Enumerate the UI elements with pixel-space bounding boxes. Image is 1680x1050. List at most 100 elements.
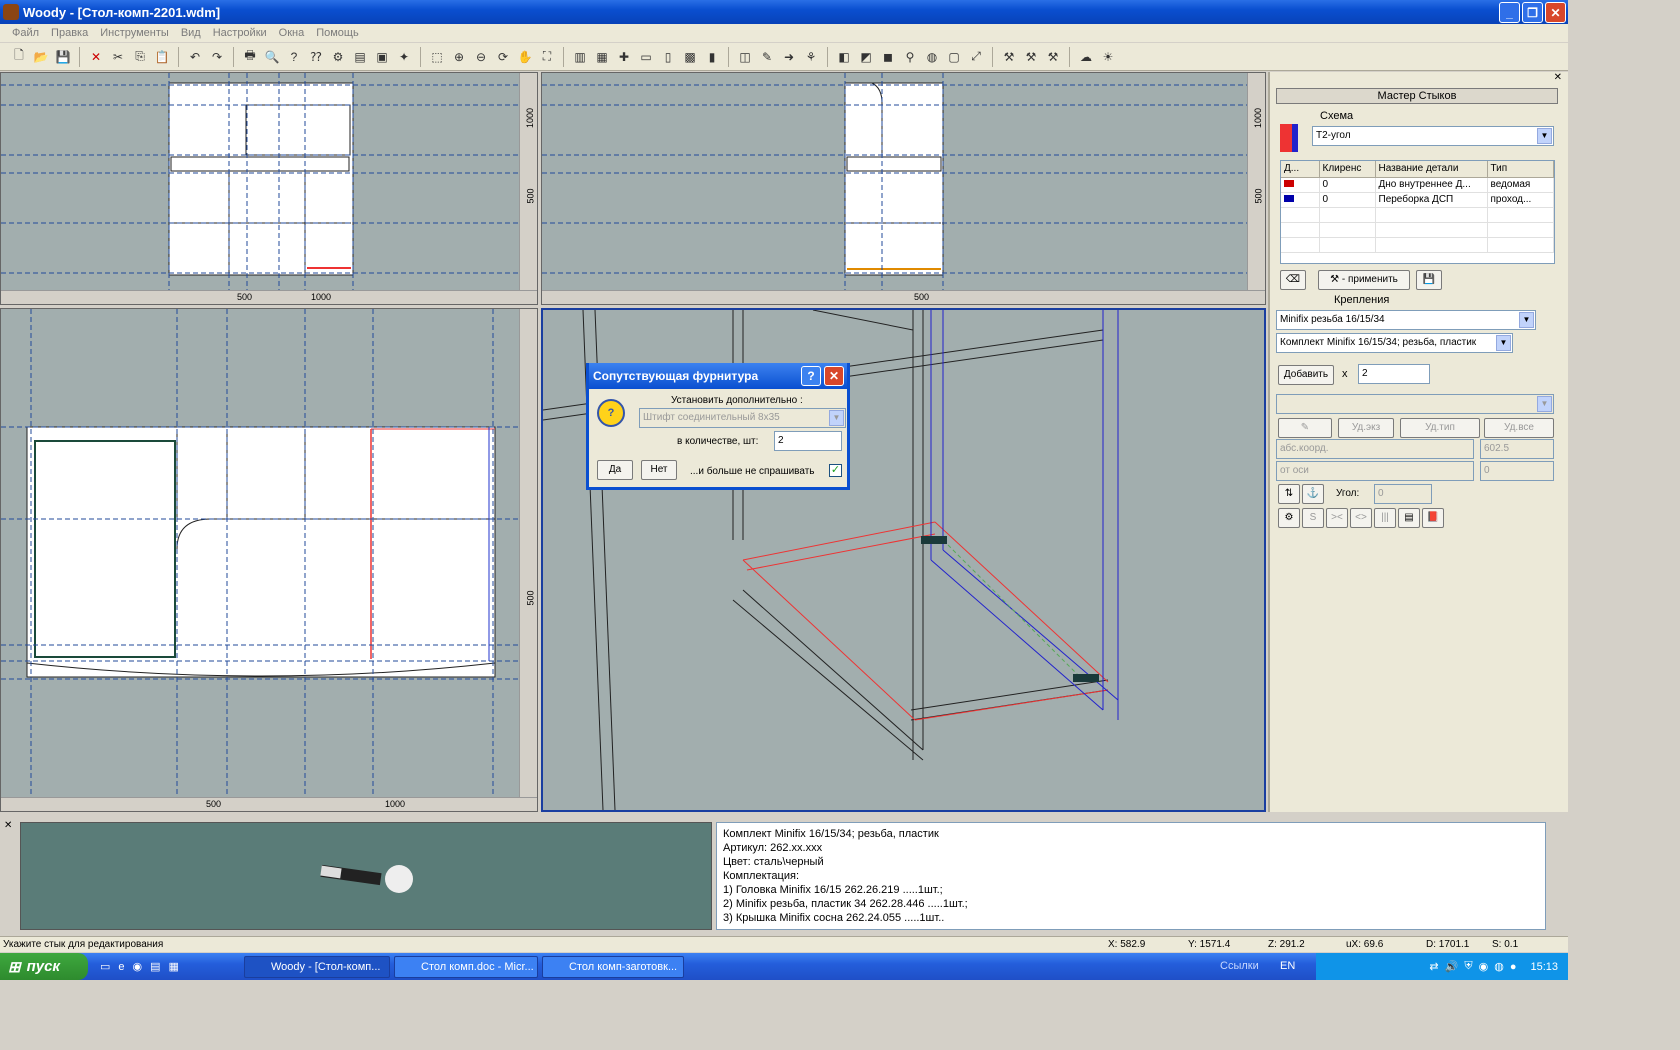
save-icon[interactable]: 💾 (54, 48, 72, 66)
tray-volume-icon[interactable]: 🔊 (1445, 960, 1459, 973)
pan-icon[interactable]: ✋ (516, 48, 534, 66)
delete-all-button[interactable]: Уд.все (1484, 418, 1554, 438)
shelf-icon[interactable]: ▦ (593, 48, 611, 66)
preview-icon[interactable]: 🔍 (263, 48, 281, 66)
apply-button[interactable]: ⚒ - применить (1318, 270, 1410, 290)
minimize-button[interactable]: _ (1499, 2, 1520, 23)
no-button[interactable]: Нет (641, 460, 677, 480)
frame-icon[interactable]: ▢ (945, 48, 963, 66)
coord-value-spinner[interactable]: 602.5 (1480, 439, 1554, 459)
view-front-icon[interactable]: ◧ (835, 48, 853, 66)
joint-icon[interactable]: ✚ (615, 48, 633, 66)
s-button[interactable]: S (1302, 508, 1324, 528)
quicklaunch-ie-icon[interactable]: e (118, 961, 124, 973)
menu-view[interactable]: Вид (175, 27, 207, 39)
delete-type-button[interactable]: Уд.тип (1400, 418, 1480, 438)
menu-settings[interactable]: Настройки (207, 27, 273, 39)
table-row[interactable]: 0 Дно внутреннее Д... ведомая (1281, 177, 1554, 193)
print-icon[interactable]: 🖶 (241, 48, 259, 66)
task-word-1[interactable]: Стол комп.doc - Micr... (394, 956, 538, 978)
kit-select[interactable]: Комплект Minifix 16/15/34; резьба, пласт… (1276, 333, 1513, 353)
dont-ask-checkbox[interactable]: ✓ (829, 464, 842, 477)
rotate-icon[interactable]: ⟳ (494, 48, 512, 66)
task-word-2[interactable]: Стол комп-заготовк... (542, 956, 684, 978)
select-icon[interactable]: ⬚ (428, 48, 446, 66)
bars-button[interactable]: ||| (1374, 508, 1396, 528)
drawer-icon[interactable]: ▭ (637, 48, 655, 66)
axis-mode-select[interactable]: от оси (1276, 461, 1474, 481)
coord-mode-select[interactable]: абс.коорд. (1276, 439, 1474, 459)
export-icon[interactable]: ➜ (780, 48, 798, 66)
sun-icon[interactable]: ☀ (1099, 48, 1117, 66)
quicklaunch-desktop-icon[interactable]: ▭ (100, 960, 110, 973)
paste-icon[interactable]: 📋 (153, 48, 171, 66)
spread-button[interactable]: <> (1350, 508, 1372, 528)
table-row[interactable]: 0 Переборка ДСП проход... (1281, 192, 1554, 208)
fullscreen-icon[interactable]: ⤢ (967, 48, 985, 66)
col-header[interactable]: Тип (1487, 161, 1554, 178)
split-button[interactable]: >< (1326, 508, 1348, 528)
menu-windows[interactable]: Окна (273, 27, 311, 39)
close-button[interactable]: ✕ (1545, 2, 1566, 23)
zoom-out-icon[interactable]: ⊖ (472, 48, 490, 66)
door-icon[interactable]: ▯ (659, 48, 677, 66)
add-button[interactable]: Добавить (1278, 365, 1334, 385)
angle-spinner[interactable]: 0 (1374, 484, 1432, 504)
dialog-help-button[interactable]: ? (801, 366, 821, 386)
render-icon[interactable]: ◼ (879, 48, 897, 66)
task-woody[interactable]: Woody - [Стол-комп... (244, 956, 390, 978)
open-icon[interactable]: 📂 (32, 48, 50, 66)
menu-edit[interactable]: Правка (45, 27, 94, 39)
qty-spinner[interactable]: 2 (774, 431, 842, 451)
fastener3-icon[interactable]: ⚒ (1044, 48, 1062, 66)
dialog-close-button[interactable]: ✕ (824, 366, 844, 386)
pencil-icon[interactable]: ✎ (758, 48, 776, 66)
light-icon[interactable]: ☁ (1077, 48, 1095, 66)
maximize-button[interactable]: ❐ (1522, 2, 1543, 23)
fastener-list-select[interactable]: ▼ (1276, 394, 1554, 414)
panel-icon[interactable]: ▥ (571, 48, 589, 66)
front-view[interactable]: 1000 500 500 1000 (0, 72, 538, 305)
menu-tools[interactable]: Инструменты (94, 27, 175, 39)
cabinet-icon[interactable]: ▮ (703, 48, 721, 66)
cut-icon[interactable]: ✂ (109, 48, 127, 66)
redo-icon[interactable]: ↷ (208, 48, 226, 66)
delete-instance-button[interactable]: Уд.экз (1338, 418, 1394, 438)
tree-icon[interactable]: ⚘ (802, 48, 820, 66)
accessory-select[interactable]: Штифт соединительный 8х35 ▼ (639, 408, 846, 428)
save-joint-button[interactable]: 💾 (1416, 270, 1442, 290)
layers-icon[interactable]: ▤ (351, 48, 369, 66)
panel-close-icon[interactable]: ✕ (1554, 72, 1562, 83)
bottom-close-icon[interactable]: ✕ (4, 820, 12, 831)
col-header[interactable]: Клиренс (1319, 161, 1376, 178)
delete-icon[interactable]: ✕ (87, 48, 105, 66)
wand-icon[interactable]: ✦ (395, 48, 413, 66)
tray-network-icon[interactable]: ⇄ (1429, 960, 1438, 973)
fit-icon[interactable]: ⛶ (538, 48, 556, 66)
col-header[interactable]: Название детали (1375, 161, 1488, 178)
links-toolbar[interactable]: Ссылки (1220, 960, 1259, 972)
copy-icon[interactable]: ⎘ (131, 48, 149, 66)
tray-shield-icon[interactable]: ⛨ (1464, 960, 1472, 973)
language-indicator[interactable]: EN (1280, 960, 1295, 972)
edit-button[interactable]: ✎ (1278, 418, 1332, 438)
context-help-icon[interactable]: ⁇ (307, 48, 325, 66)
view-3d-icon[interactable]: ◩ (857, 48, 875, 66)
pin-icon[interactable]: ⚲ (901, 48, 919, 66)
quicklaunch-media-icon[interactable]: ◉ (133, 960, 143, 973)
add-count-spinner[interactable]: 2 (1358, 364, 1430, 384)
tray-app2-icon[interactable]: ◍ (1494, 960, 1504, 973)
tool-icon[interactable]: ⚙ (329, 48, 347, 66)
tray-app3-icon[interactable]: ● (1510, 961, 1517, 973)
col-header[interactable]: Д... (1281, 161, 1320, 178)
fastener-icon[interactable]: ⚒ (1000, 48, 1018, 66)
quicklaunch-calc-icon[interactable]: ▦ (169, 960, 179, 973)
menu-file[interactable]: Файл (6, 27, 45, 39)
anchor-button[interactable]: ⚓ (1302, 484, 1324, 504)
quicklaunch-explorer-icon[interactable]: ▤ (150, 960, 160, 973)
material-icon[interactable]: ▩ (681, 48, 699, 66)
flip-button[interactable]: ⇅ (1278, 484, 1300, 504)
fastener-select[interactable]: Minifix резьба 16/15/34 ▼ (1276, 310, 1536, 330)
yes-button[interactable]: Да (597, 460, 633, 480)
scheme-select[interactable]: Т2-угол ▼ (1312, 126, 1554, 146)
